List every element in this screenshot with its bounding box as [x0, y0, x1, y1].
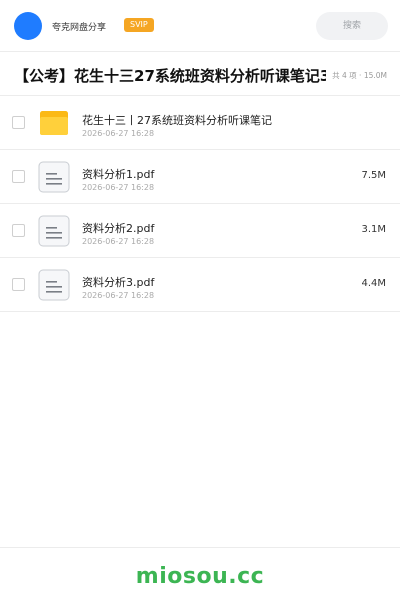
file-size: 3.1M [361, 224, 386, 235]
document-icon [38, 269, 70, 301]
file-name: 花生十三丨27系统班资料分析听课笔记 [82, 114, 272, 127]
list-item[interactable]: 资料分析1.pdf 2026-06-27 16:28 7.5M [0, 150, 400, 204]
select-checkbox[interactable] [12, 116, 25, 129]
page-title: 【公考】花生十三27系统班资料分析听课笔记3 [14, 67, 326, 85]
file-list: 花生十三丨27系统班资料分析听课笔记 2026-06-27 16:28 资料分析… [0, 96, 400, 312]
document-icon [38, 161, 70, 193]
file-name: 资料分析3.pdf [82, 276, 155, 289]
footer-brand-logo[interactable]: miosou.cc [136, 564, 264, 589]
list-item[interactable]: 资料分析3.pdf 2026-06-27 16:28 4.4M [0, 258, 400, 312]
brand-name: 夸克网盘分享 [52, 23, 107, 33]
list-item[interactable]: 资料分析2.pdf 2026-06-27 16:28 3.1M [0, 204, 400, 258]
share-title-bar: 【公考】花生十三27系统班资料分析听课笔记3 共 4 项 · 15.0M [0, 52, 400, 96]
select-checkbox[interactable] [12, 278, 25, 291]
share-summary: 共 4 项 · 15.0M [332, 71, 387, 80]
file-name: 资料分析1.pdf [82, 168, 155, 181]
share-page: 夸克网盘分享 SVIP 【公考】花生十三27系统班资料分析听课笔记3 共 4 项… [0, 0, 400, 600]
file-date: 2026-06-27 16:28 [82, 291, 155, 300]
avatar[interactable] [14, 12, 42, 40]
file-name: 资料分析2.pdf [82, 222, 155, 235]
select-checkbox[interactable] [12, 224, 25, 237]
folder-icon [40, 111, 68, 135]
document-icon [38, 215, 70, 247]
list-item[interactable]: 花生十三丨27系统班资料分析听课笔记 2026-06-27 16:28 [0, 96, 400, 150]
file-size: 4.4M [361, 278, 386, 289]
svip-badge: SVIP [124, 18, 154, 32]
file-date: 2026-06-27 16:28 [82, 129, 155, 138]
select-checkbox[interactable] [12, 170, 25, 183]
header: 夸克网盘分享 SVIP [0, 0, 400, 52]
file-date: 2026-06-27 16:28 [82, 183, 155, 192]
footer: miosou.cc [0, 547, 400, 600]
search-input[interactable] [316, 12, 388, 40]
file-date: 2026-06-27 16:28 [82, 237, 155, 246]
file-size: 7.5M [361, 170, 386, 181]
